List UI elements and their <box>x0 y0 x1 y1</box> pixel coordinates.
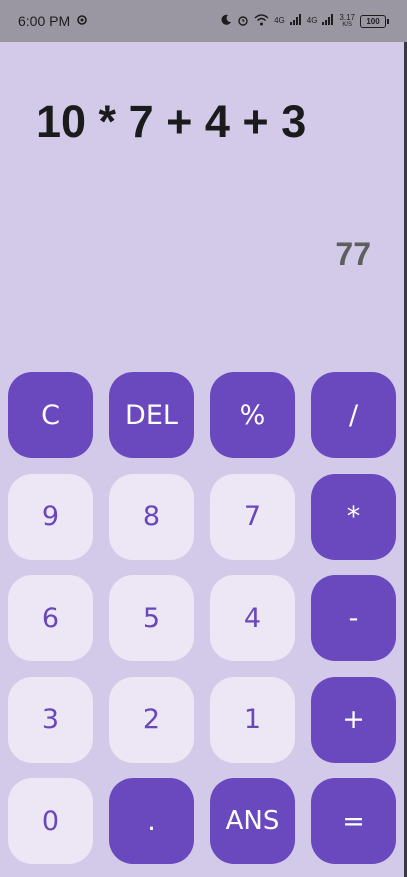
expression-display: 10 * 7 + 4 + 3 <box>36 96 307 147</box>
digit-7-button[interactable]: 7 <box>210 473 295 560</box>
network-speed: 3.17 K/S <box>339 13 355 29</box>
digit-5-button[interactable]: 5 <box>109 575 194 661</box>
digit-8-button[interactable]: 8 <box>109 473 194 560</box>
status-right: 4G 4G 3.17 K/S 100 <box>220 14 389 29</box>
keypad: C DEL % / 9 8 7 * 6 5 4 - 3 2 1 + 0 . AN… <box>8 372 396 864</box>
digit-0-button[interactable]: 0 <box>8 778 93 864</box>
digit-9-button[interactable]: 9 <box>8 473 93 560</box>
digit-4-button[interactable]: 4 <box>210 575 295 661</box>
network-speed-unit: K/S <box>342 22 353 28</box>
multiply-button[interactable]: * <box>311 473 396 560</box>
result-display: 77 <box>335 236 371 272</box>
percent-button[interactable]: % <box>210 372 295 458</box>
digit-6-button[interactable]: 6 <box>8 575 93 661</box>
status-bar: 6:00 PM 4G 4G 3.17 K/S 100 <box>0 0 407 42</box>
battery-level: 100 <box>366 16 380 26</box>
battery-icon: 100 <box>360 14 386 28</box>
status-time: 6:00 PM <box>18 13 71 29</box>
signal-strength-icon <box>289 14 302 28</box>
subtract-button[interactable]: - <box>311 575 396 661</box>
add-button[interactable]: + <box>311 676 396 763</box>
signal-strength-icon <box>322 14 334 28</box>
digit-1-button[interactable]: 1 <box>210 676 295 763</box>
delete-button[interactable]: DEL <box>109 372 194 458</box>
settings-gear-icon <box>76 13 88 29</box>
alarm-icon <box>237 14 249 29</box>
clear-button[interactable]: C <box>8 372 93 458</box>
decimal-point-button[interactable]: . <box>109 778 194 864</box>
network-2-label: 4G <box>306 16 318 25</box>
equals-button[interactable]: = <box>311 778 396 864</box>
battery-tip <box>387 18 389 24</box>
answer-button[interactable]: ANS <box>210 778 295 864</box>
divide-button[interactable]: / <box>311 372 396 458</box>
digit-2-button[interactable]: 2 <box>109 676 194 763</box>
network-1-label: 4G <box>274 16 285 25</box>
digit-3-button[interactable]: 3 <box>8 676 93 763</box>
network-speed-value: 3.17 <box>339 13 355 22</box>
wifi-icon <box>254 13 269 29</box>
status-left: 6:00 PM <box>18 13 88 29</box>
moon-icon <box>220 14 232 29</box>
